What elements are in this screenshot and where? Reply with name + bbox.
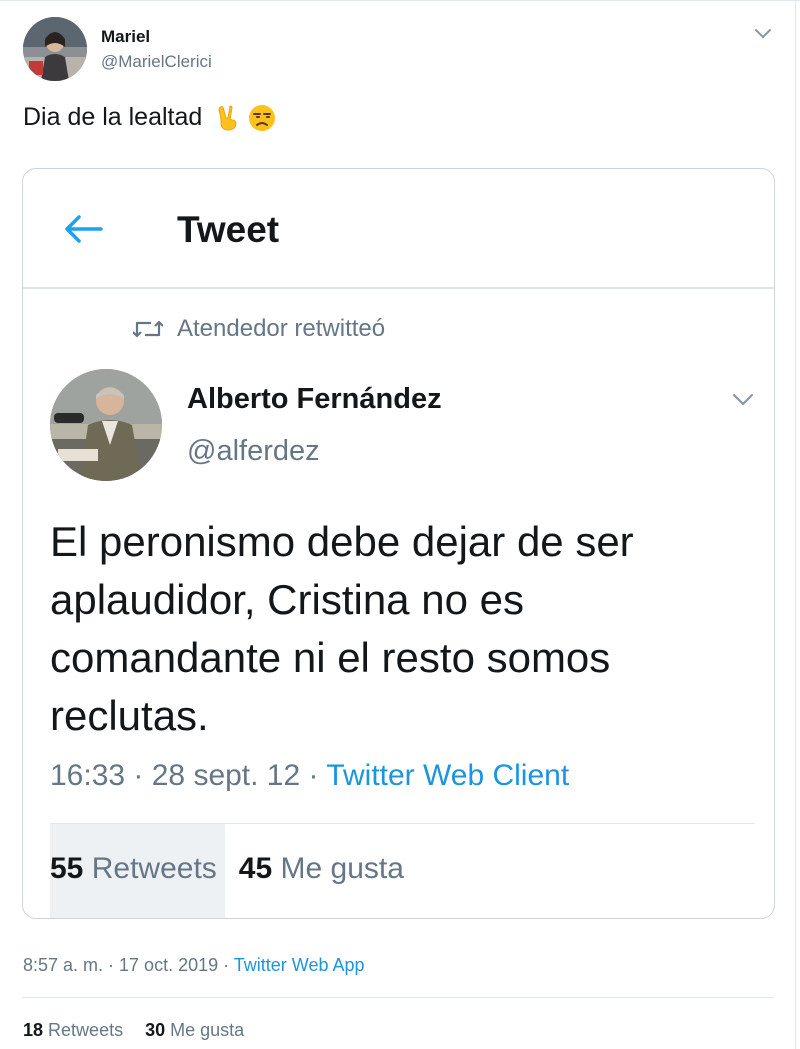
embedded-likes-label: Me gusta (280, 852, 404, 885)
right-border (795, 0, 796, 1049)
unamused-face-emoji (249, 104, 276, 131)
user-avatar[interactable] (23, 17, 87, 81)
retweet-notice: Atendedor retwitteó (133, 315, 385, 343)
embedded-likes-count: 45 (238, 852, 273, 885)
tweet-stats: 18 Retweets 30 Me gusta (23, 1020, 244, 1041)
chevron-down-icon[interactable] (753, 26, 773, 40)
embedded-timestamp-text: 16:33 · 28 sept. 12 · (50, 759, 327, 792)
author-name[interactable]: Mariel (101, 27, 150, 47)
tweet-client-link[interactable]: Twitter Web App (234, 955, 365, 975)
chevron-down-icon (732, 393, 754, 406)
embedded-stats: 55 Retweets 45 Me gusta (50, 852, 404, 886)
embedded-timestamp: 16:33 · 28 sept. 12 · Twitter Web Client (50, 759, 569, 793)
author-handle[interactable]: @MarielClerici (101, 52, 212, 72)
likes-stat[interactable]: 30 Me gusta (145, 1020, 244, 1040)
retweets-stat[interactable]: 18 Retweets (23, 1020, 123, 1040)
embedded-retweets-label: Retweets (91, 852, 217, 885)
embedded-retweets-count: 55 (50, 852, 84, 885)
top-border (0, 0, 800, 1)
avatar-photo (50, 369, 162, 481)
likes-count: 30 (145, 1020, 166, 1040)
retweet-icon (133, 320, 163, 338)
victory-hand-emoji (218, 104, 237, 131)
divider (22, 997, 774, 998)
embedded-author-handle: @alferdez (187, 435, 320, 467)
embedded-header: Tweet (23, 169, 774, 289)
avatar-photo (23, 17, 87, 81)
embedded-avatar (50, 369, 162, 481)
tweet-text: Dia de la lealtad (23, 103, 276, 132)
retweet-notice-text: Atendedor retwitteó (177, 315, 386, 342)
embedded-client: Twitter Web Client (326, 759, 570, 792)
tweet-timestamp: 8:57 a. m. · 17 oct. 2019 · Twitter Web … (23, 955, 365, 976)
embedded-author-name: Alberto Fernández (187, 383, 442, 415)
back-arrow-icon (65, 215, 103, 243)
embedded-image[interactable]: Tweet Atendedor retwitteó Alberto Fernán… (22, 168, 775, 919)
tweet-text-content: Dia de la lealtad (23, 103, 203, 131)
retweets-label: Retweets (48, 1020, 124, 1040)
likes-label: Me gusta (170, 1020, 245, 1040)
embedded-tweet-text: El peronismo debe dejar de ser aplaudido… (50, 518, 634, 739)
tweet-timestamp-text[interactable]: 8:57 a. m. · 17 oct. 2019 · (23, 955, 234, 975)
header-title: Tweet (177, 209, 280, 250)
retweets-count: 18 (23, 1020, 44, 1040)
